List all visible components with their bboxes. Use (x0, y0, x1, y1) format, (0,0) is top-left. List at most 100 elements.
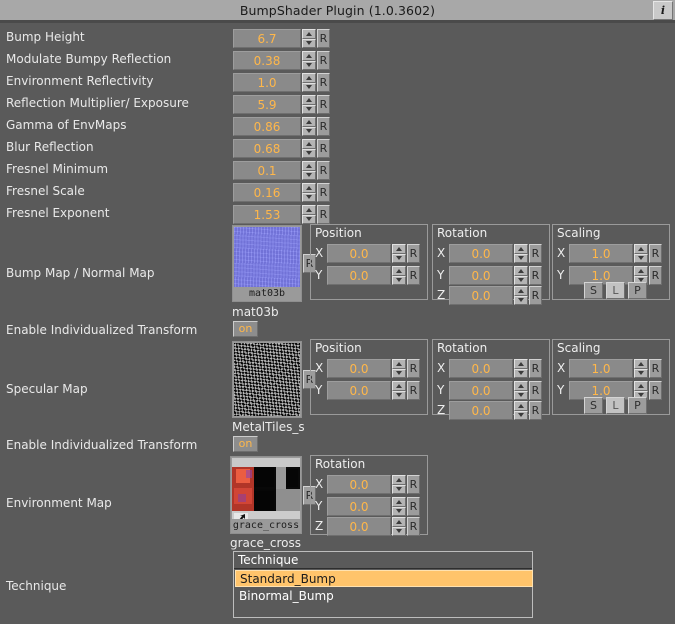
bump-scaling-x-field[interactable]: 1.0 (569, 244, 633, 263)
parameter-value-field[interactable]: 0.1 (233, 161, 301, 180)
bump-position-x-reset[interactable]: R (407, 244, 420, 263)
bump-position-title: Position (315, 226, 362, 240)
specular-rotation-y-field[interactable]: 0.0 (449, 381, 513, 400)
parameter-value-field[interactable]: 0.68 (233, 139, 301, 158)
parameter-spinner[interactable] (302, 161, 316, 180)
parameter-reset-button[interactable]: R (317, 73, 330, 92)
bump-position-x-spinner[interactable] (392, 244, 406, 263)
bump-position-y-reset[interactable]: R (407, 266, 420, 285)
parameter-label: Reflection Multiplier/ Exposure (6, 96, 189, 110)
parameter-spinner[interactable] (302, 95, 316, 114)
specular-scaling-x-reset[interactable]: R (649, 359, 662, 378)
environment-rotation-y-field[interactable]: 0.0 (327, 497, 391, 516)
parameter-reset-button[interactable]: R (317, 29, 330, 48)
specular-rotation-x-reset[interactable]: R (529, 359, 542, 378)
specular-scaling-mode-l[interactable]: L (606, 397, 625, 414)
technique-listbox[interactable]: Technique Standard_Bump Binormal_Bump (233, 551, 533, 618)
info-icon[interactable]: i (653, 1, 673, 20)
environment-rotation-z-spinner[interactable] (392, 517, 406, 536)
specular-rotation-x-spinner[interactable] (514, 359, 528, 378)
environment-map-name: grace_cross (230, 536, 301, 550)
specular-position-axis-x: X (315, 361, 324, 375)
environment-rotation-x-spinner[interactable] (392, 475, 406, 494)
parameter-value-field[interactable]: 6.7 (233, 29, 301, 48)
parameter-spinner[interactable] (302, 205, 316, 224)
technique-option-binormal-bump[interactable]: Binormal_Bump (235, 588, 533, 605)
bump-scaling-mode-s[interactable]: S (584, 282, 603, 299)
bump-rotation-x-field[interactable]: 0.0 (449, 244, 513, 263)
specular-position-x-spinner[interactable] (392, 359, 406, 378)
environment-rotation-z-field[interactable]: 0.0 (327, 517, 391, 536)
specular-rotation-z-field[interactable]: 0.0 (449, 401, 513, 420)
window-title: BumpShader Plugin (1.0.3602) (239, 2, 436, 18)
bump-scaling-mode-p[interactable]: P (628, 282, 647, 299)
environment-rotation-y-spinner[interactable] (392, 497, 406, 516)
environment-rotation-x-field[interactable]: 0.0 (327, 475, 391, 494)
bump-position-x-field[interactable]: 0.0 (327, 244, 391, 263)
bump-position-y-field[interactable]: 0.0 (327, 266, 391, 285)
parameter-spinner[interactable] (302, 73, 316, 92)
bump-rotation-x-reset[interactable]: R (529, 244, 542, 263)
parameter-spinner[interactable] (302, 183, 316, 202)
specular-position-x-field[interactable]: 0.0 (327, 359, 391, 378)
environment-rotation-z-reset[interactable]: R (407, 517, 420, 536)
environment-rotation-axis-z: Z (315, 519, 324, 533)
plugin-window: BumpShader Plugin (1.0.3602) i Bump Heig… (0, 0, 675, 624)
parameter-reset-button[interactable]: R (317, 95, 330, 114)
parameter-label: Modulate Bumpy Reflection (6, 52, 172, 66)
parameter-spinner[interactable] (302, 139, 316, 158)
parameter-spinner[interactable] (302, 51, 316, 70)
bump-rotation-y-spinner[interactable] (514, 266, 528, 285)
parameter-reset-button[interactable]: R (317, 51, 330, 70)
title-bar: BumpShader Plugin (1.0.3602) (0, 0, 675, 21)
specular-scaling-y-reset[interactable]: R (649, 381, 662, 400)
parameter-value-field[interactable]: 0.16 (233, 183, 301, 202)
specular-rotation-group: Rotation X Y Z 0.0 R 0.0 R 0.0 R (432, 339, 550, 420)
parameter-value-field[interactable]: 1.0 (233, 73, 301, 92)
specular-rotation-axis-x: X (437, 361, 446, 375)
specular-rotation-z-spinner[interactable] (514, 401, 528, 420)
specular-position-x-reset[interactable]: R (407, 359, 420, 378)
parameter-value-field[interactable]: 1.53 (233, 205, 301, 224)
bump-position-y-spinner[interactable] (392, 266, 406, 285)
bump-scaling-x-reset[interactable]: R (649, 244, 662, 263)
specular-rotation-x-field[interactable]: 0.0 (449, 359, 513, 378)
bump-rotation-z-spinner[interactable] (514, 286, 528, 305)
bump-rotation-z-field[interactable]: 0.0 (449, 286, 513, 305)
specular-scaling-mode-p[interactable]: P (628, 397, 647, 414)
specular-scaling-x-field[interactable]: 1.0 (569, 359, 633, 378)
environment-rotation-axis-y: Y (315, 499, 323, 513)
parameter-reset-button[interactable]: R (317, 139, 330, 158)
environment-rotation-y-reset[interactable]: R (407, 497, 420, 516)
bump-rotation-y-reset[interactable]: R (529, 266, 542, 285)
parameter-reset-button[interactable]: R (317, 183, 330, 202)
environment-rotation-x-reset[interactable]: R (407, 475, 420, 494)
parameter-reset-button[interactable]: R (317, 117, 330, 136)
specular-position-y-field[interactable]: 0.0 (327, 381, 391, 400)
bump-scaling-y-reset[interactable]: R (649, 266, 662, 285)
parameter-reset-button[interactable]: R (317, 161, 330, 180)
bump-rotation-z-reset[interactable]: R (529, 286, 542, 305)
parameter-reset-button[interactable]: R (317, 205, 330, 224)
specular-scaling-x-spinner[interactable] (634, 359, 648, 378)
technique-option-standard-bump[interactable]: Standard_Bump (235, 570, 533, 587)
parameter-spinner[interactable] (302, 29, 316, 48)
bump-transform-toggle-button[interactable]: on (233, 321, 258, 337)
technique-list-header: Technique (234, 552, 532, 569)
specular-transform-toggle-button[interactable]: on (233, 436, 258, 452)
specular-rotation-y-spinner[interactable] (514, 381, 528, 400)
bump-rotation-y-field[interactable]: 0.0 (449, 266, 513, 285)
bump-scaling-mode-l[interactable]: L (606, 282, 625, 299)
specular-scaling-axis-y: Y (557, 383, 565, 397)
parameter-spinner[interactable] (302, 117, 316, 136)
specular-position-y-reset[interactable]: R (407, 381, 420, 400)
specular-position-y-spinner[interactable] (392, 381, 406, 400)
parameter-value-field[interactable]: 5.9 (233, 95, 301, 114)
bump-scaling-x-spinner[interactable] (634, 244, 648, 263)
parameter-value-field[interactable]: 0.86 (233, 117, 301, 136)
bump-rotation-x-spinner[interactable] (514, 244, 528, 263)
parameter-value-field[interactable]: 0.38 (233, 51, 301, 70)
specular-scaling-mode-s[interactable]: S (584, 397, 603, 414)
specular-rotation-y-reset[interactable]: R (529, 381, 542, 400)
specular-rotation-z-reset[interactable]: R (529, 401, 542, 420)
